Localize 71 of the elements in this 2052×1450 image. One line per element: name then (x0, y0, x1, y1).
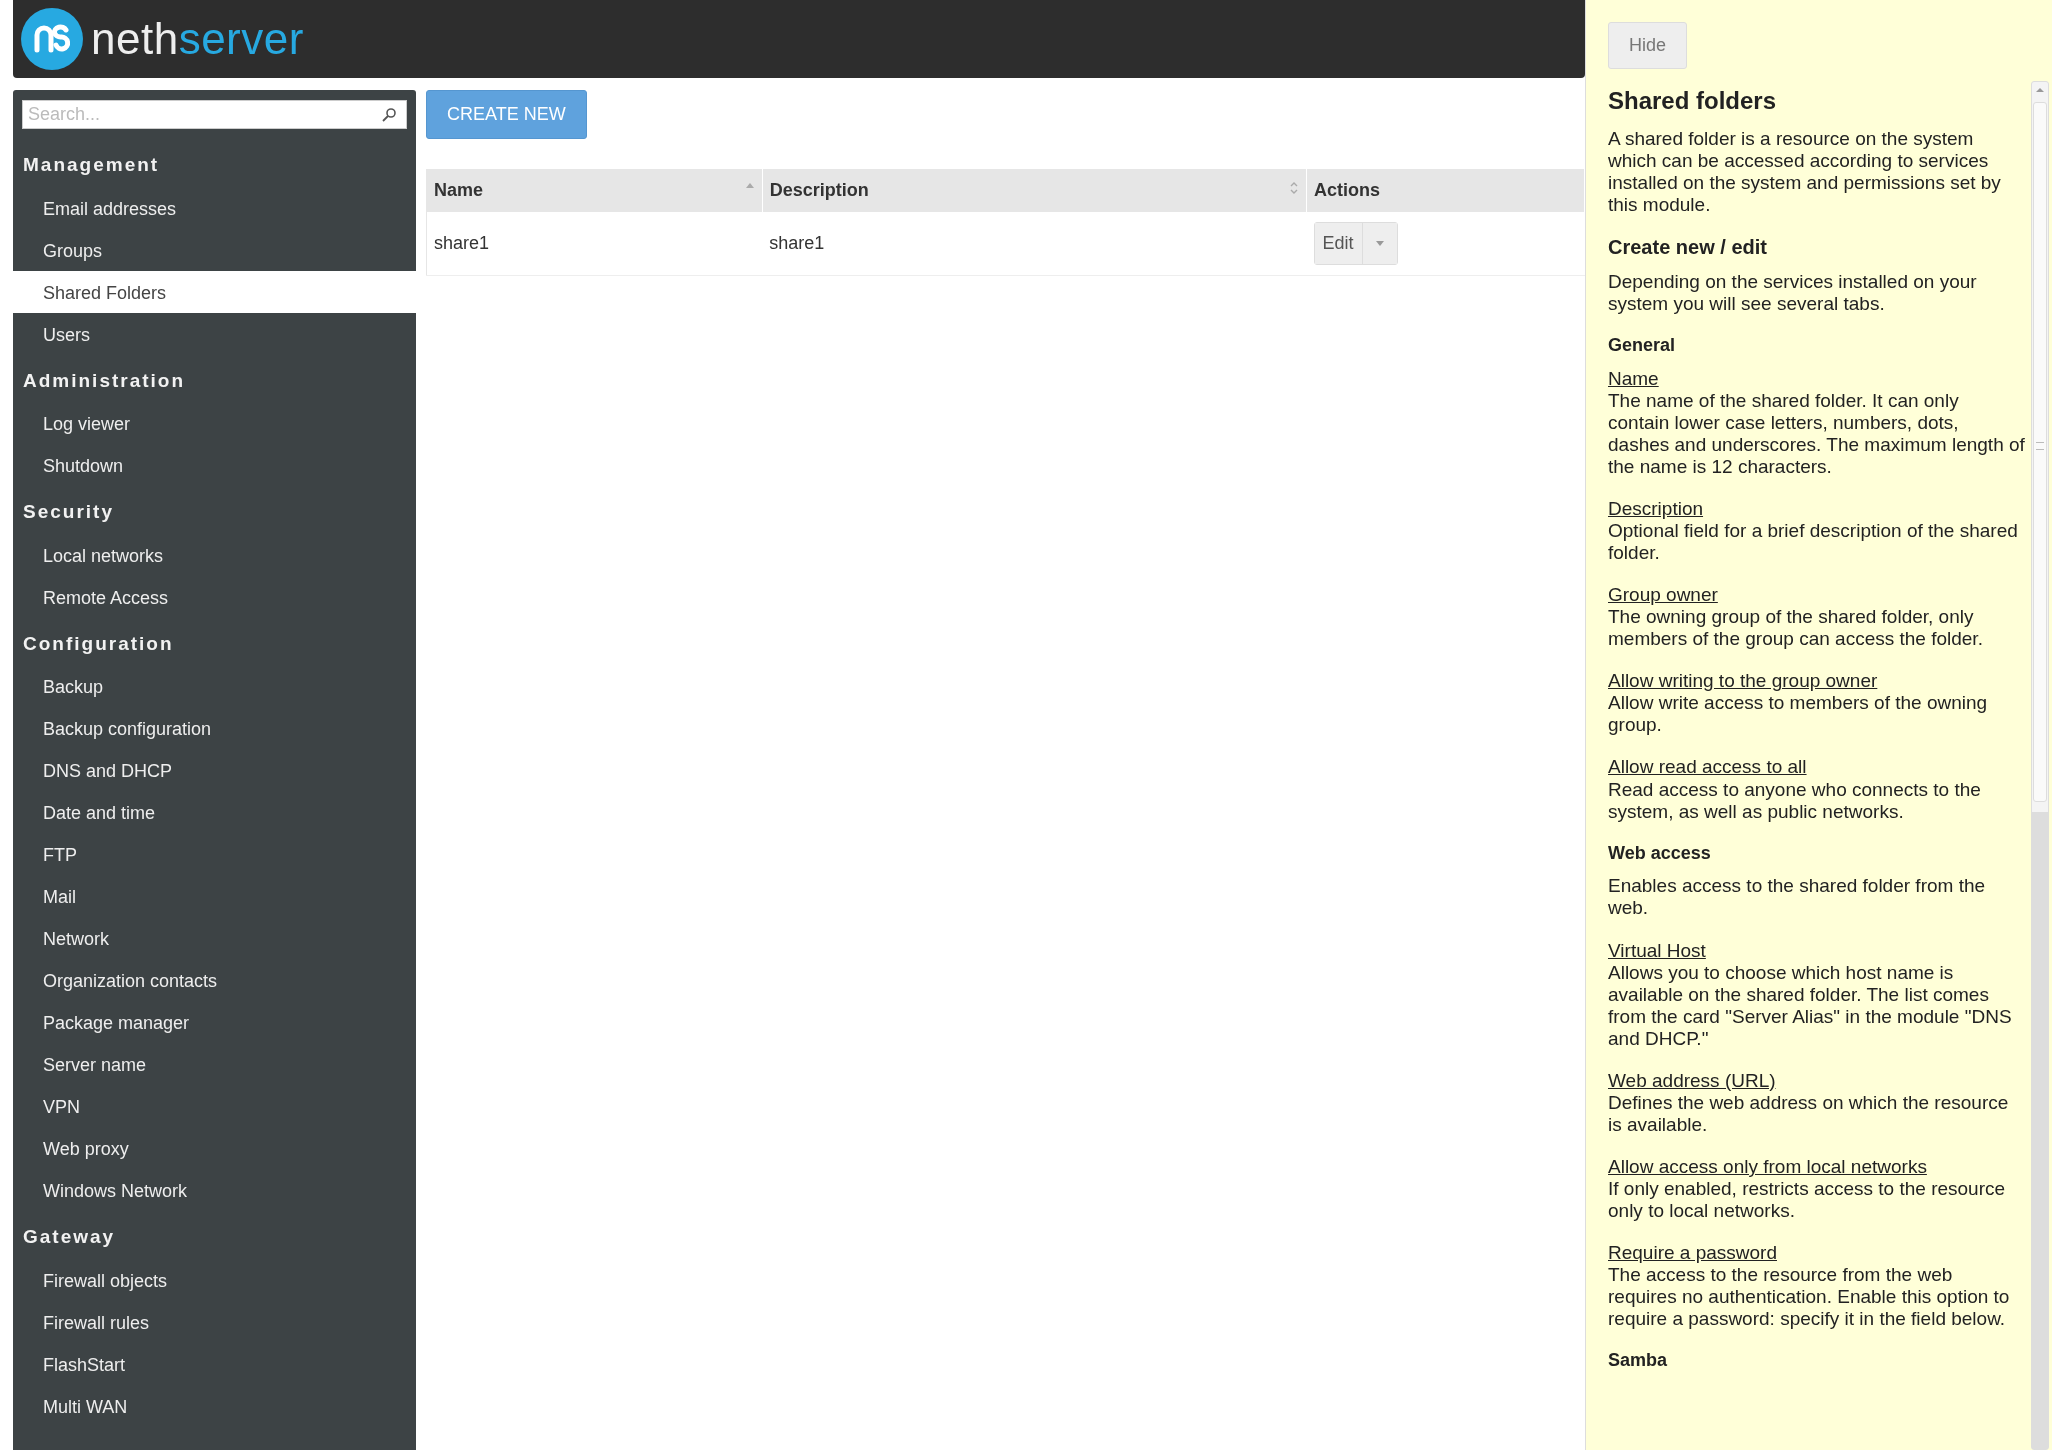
column-header: Actions (1306, 169, 1585, 212)
nav-item[interactable]: Package manager (13, 1001, 416, 1043)
brand-name: nethserver (91, 17, 304, 61)
nav-item[interactable]: Shutdown (13, 444, 416, 486)
nav-item[interactable]: FTP (13, 833, 416, 875)
nav-item[interactable]: Backup configuration (13, 707, 416, 749)
nav-item[interactable]: Users (13, 312, 416, 355)
help-subheading: Web access (1608, 842, 1712, 864)
nav-item[interactable]: Organization contacts (13, 959, 416, 1001)
field-term: Require a password (1608, 1241, 1777, 1264)
field-term: Group owner (1608, 584, 1718, 607)
table-cell: share1 (762, 212, 1307, 276)
search-icon (381, 107, 397, 123)
field-term: Allow read access to all (1608, 756, 1807, 779)
sort-icon (1289, 181, 1300, 195)
nav-item[interactable]: Remote Access (13, 575, 416, 618)
column-header[interactable]: Name (426, 169, 763, 212)
help-subheading: General (1608, 335, 1677, 357)
field-term: Allow writing to the group owner (1608, 670, 1878, 693)
sort-ascending-icon (744, 181, 755, 189)
nav-group-heading: Management (22, 153, 161, 177)
field-description: Read access to anyone who connects to the system, as well as public networks. (1608, 778, 1982, 823)
nav-item[interactable]: Shared Folders (13, 270, 416, 313)
column-header[interactable]: Description (762, 169, 1307, 212)
nav-item[interactable]: DNS and DHCP (13, 749, 416, 791)
field-term: Allow access only from local networks (1608, 1155, 1927, 1178)
nav-item[interactable]: FlashStart (13, 1342, 416, 1385)
nav-item[interactable]: Email addresses (13, 186, 416, 229)
nav-item[interactable]: Firewall rules (13, 1300, 416, 1343)
nav-group-heading: Gateway (22, 1225, 117, 1249)
hide-button[interactable]: Hide (1608, 22, 1688, 69)
help-paragraph: A shared folder is a resource on the system which can be accessed according to services installed on the system and permissions set by this module. (1608, 127, 2002, 216)
table-cell: share1 (426, 212, 763, 276)
help-title: Shared folders (1608, 87, 1778, 116)
search-field[interactable]: Search... (22, 100, 407, 129)
nav-item[interactable]: Firewall objects (13, 1258, 416, 1301)
nav-item[interactable]: Groups (13, 228, 416, 271)
nav-item[interactable]: Mail (13, 875, 416, 917)
field-term: Virtual Host (1608, 939, 1706, 962)
nav-item[interactable]: Local networks (13, 533, 416, 576)
field-description: The access to the resource from the web requires no authentication. Enable this option to require a password: specify it in the field below. (1608, 1263, 2011, 1330)
nav-group-heading: Administration (22, 368, 187, 393)
field-description: The owning group of the shared folder, only members of the group can access the folder. (1608, 606, 1984, 651)
field-term: Description (1608, 498, 1704, 521)
help-paragraph: Enables access to the shared folder from the web. (1608, 875, 1987, 920)
help-subheading: Samba (1608, 1350, 1669, 1371)
nav-group-heading: Configuration (22, 631, 175, 656)
nav-item[interactable]: Network (13, 917, 416, 959)
nav-item[interactable]: Web proxy (13, 1127, 416, 1169)
field-term: Web address (URL) (1608, 1069, 1776, 1092)
help-heading: Create new / edit (1608, 235, 1768, 260)
help-paragraph: Depending on the services installed on your system you will see several tabs. (1608, 271, 1978, 316)
field-description: If only enabled, restricts access to the resource only to local networks. (1608, 1177, 2007, 1222)
nav-item[interactable]: VPN (13, 1085, 416, 1127)
scrollbar[interactable] (2031, 81, 2049, 1450)
field-description: The name of the shared folder. It can only contain lower case letters, numbers, dots, dashes and underscores. The maximum length of the name is 12 characters. (1608, 390, 2025, 479)
nav-item[interactable]: Log viewer (13, 402, 416, 444)
nav-item[interactable]: Multi WAN (13, 1384, 416, 1427)
field-description: Allows you to choose which host name is available on the shared folder. The list comes from the card "Server Alias" in the module "DNS and DHCP." (1608, 961, 2013, 1050)
caret-icon (1374, 240, 1385, 247)
edit-button[interactable]: Edit (1314, 223, 1363, 264)
logo-icon (21, 8, 83, 70)
field-description: Allow write access to members of the owning group. (1608, 692, 1989, 737)
nav-item[interactable]: Date and time (13, 791, 416, 833)
nav-group-heading: Security (22, 500, 115, 524)
field-description: Defines the web address on which the resource is available. (1608, 1091, 2010, 1136)
field-description: Optional field for a brief description of the shared folder. (1608, 520, 2019, 565)
nav-item[interactable]: Windows Network (13, 1169, 416, 1211)
nav-item[interactable]: Server name (13, 1043, 416, 1085)
field-term: Name (1608, 368, 1659, 391)
nav-item[interactable]: Backup (13, 665, 416, 707)
